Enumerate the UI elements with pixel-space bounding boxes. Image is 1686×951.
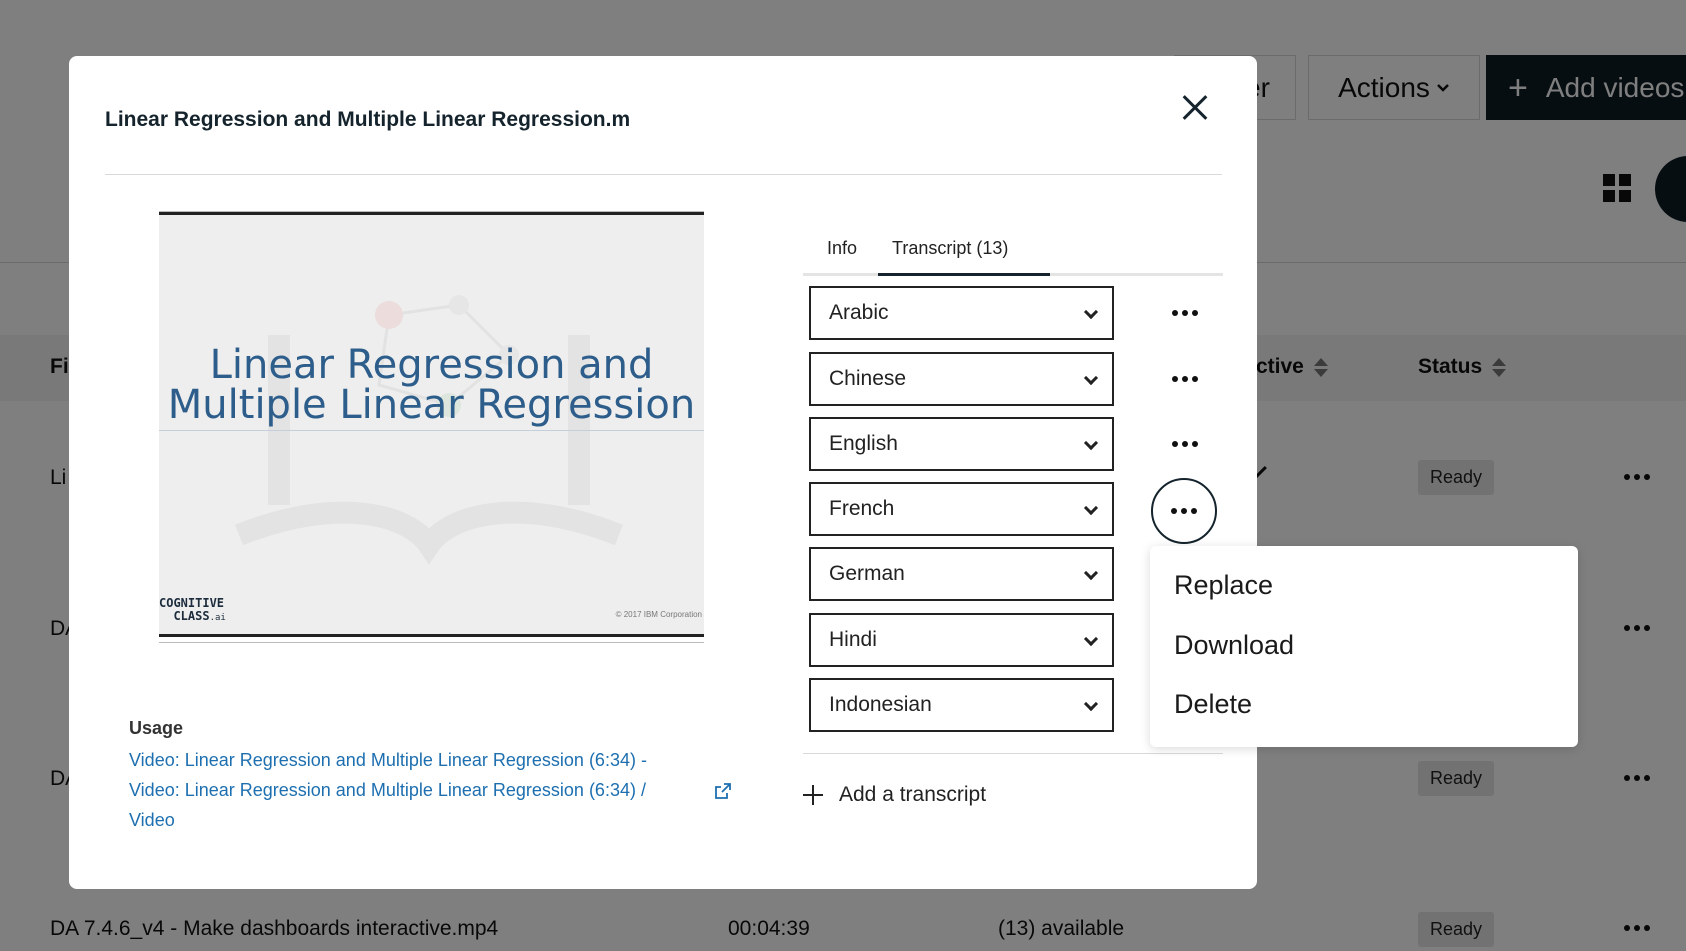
chevron-down-icon [1083,435,1099,451]
slide-title: Linear Regression and Multiple Linear Re… [167,342,696,428]
divider [803,753,1223,754]
language-select[interactable]: Arabic [809,286,1114,340]
modal-title: Linear Regression and Multiple Linear Re… [105,108,631,131]
plus-icon [803,785,823,805]
cognitive-class-logo: COGNITIVE CLASS.ai [159,596,226,624]
language-select[interactable]: Hindi [809,613,1114,667]
usage-label: Usage [129,718,184,738]
menu-item-download[interactable]: Download [1174,630,1294,661]
chevron-down-icon [1083,304,1099,320]
add-transcript-button[interactable]: Add a transcript [803,780,986,810]
more-options-button-active[interactable] [1151,478,1217,544]
external-link-icon[interactable] [715,783,731,799]
video-details-modal: Linear Regression and Multiple Linear Re… [69,56,1257,889]
video-edge [159,642,704,643]
list-item: Arabic [803,286,1223,340]
language-select[interactable]: Indonesian [809,678,1114,732]
list-item: Chinese [803,352,1223,406]
slide-copyright: © 2017 IBM Corporation [615,610,702,619]
transcript-context-menu: Replace Download Delete [1150,546,1578,747]
usage-link[interactable]: Video: Linear Regression and Multiple Li… [129,745,689,835]
tab-transcript[interactable]: Transcript (13) [892,238,1008,259]
chevron-down-icon [1083,500,1099,516]
language-select[interactable]: French [809,482,1114,536]
chevron-down-icon [1083,631,1099,647]
chevron-down-icon [1083,696,1099,712]
language-select[interactable]: German [809,547,1114,601]
more-options-button[interactable] [1158,286,1212,340]
chevron-down-icon [1083,565,1099,581]
tab-info[interactable]: Info [827,238,857,259]
active-tab-indicator [878,273,1050,276]
close-icon[interactable] [1175,88,1215,128]
slide-rule [159,430,704,431]
chevron-down-icon [1083,370,1099,386]
menu-item-delete[interactable]: Delete [1174,689,1252,720]
list-item: French [803,478,1223,544]
add-transcript-label: Add a transcript [839,783,987,806]
video-player[interactable]: Linear Regression and Multiple Linear Re… [159,212,704,637]
list-item: English [803,417,1223,471]
more-options-button[interactable] [1158,352,1212,406]
language-select[interactable]: English [809,417,1114,471]
language-select[interactable]: Chinese [809,352,1114,406]
modal-tabs: Info Transcript (13) [803,220,1223,276]
divider [105,174,1222,175]
menu-item-replace[interactable]: Replace [1174,570,1273,601]
more-options-button[interactable] [1158,417,1212,471]
